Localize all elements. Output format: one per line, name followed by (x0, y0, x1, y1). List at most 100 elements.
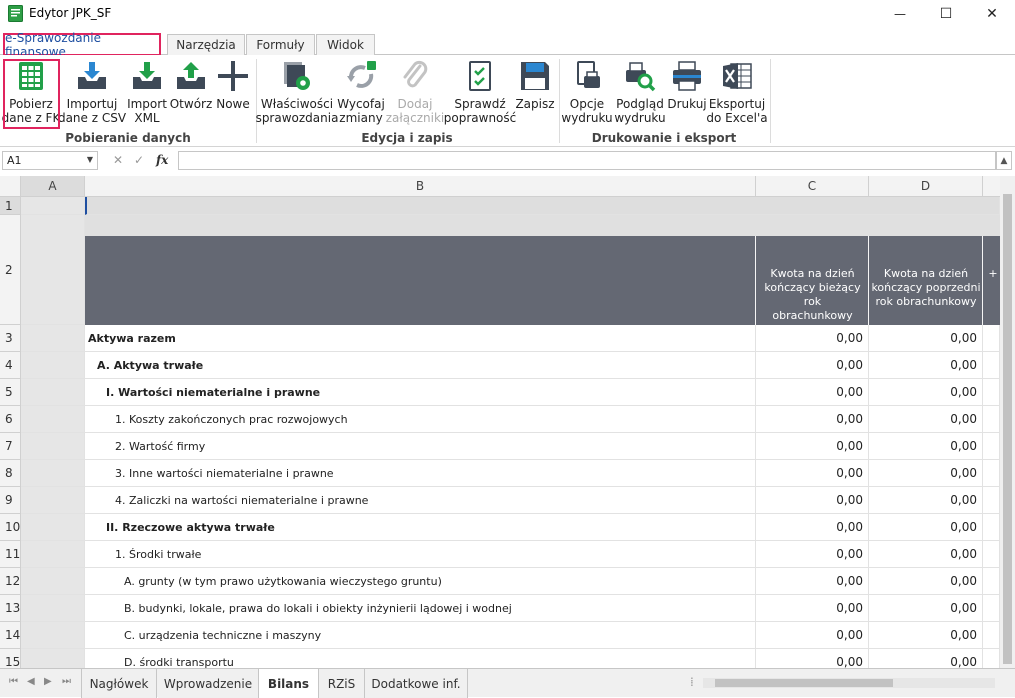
chevron-down-icon[interactable]: ▼ (87, 155, 93, 164)
sheet-tab-dodatkowe[interactable]: Dodatkowe inf. (365, 669, 468, 698)
value-cell-c[interactable]: 0,00 (756, 649, 869, 668)
row-header[interactable]: 15 (0, 649, 21, 668)
value-cell-d[interactable]: 0,00 (869, 433, 983, 460)
prev-sheet-icon[interactable]: ◀ (27, 676, 35, 687)
row-label-cell[interactable]: 1. Środki trwałe (85, 541, 756, 568)
minimize-button[interactable]: — (877, 0, 923, 28)
wycofaj-zmiany-button[interactable]: Wycofaj zmiany (337, 58, 385, 125)
column-header-a[interactable]: A (21, 176, 85, 197)
cell-e[interactable] (983, 433, 1000, 460)
column-header-b[interactable]: B (85, 176, 756, 197)
cell-a[interactable] (21, 487, 85, 514)
cell-b1[interactable] (85, 197, 1000, 215)
name-box[interactable]: A1 ▼ (2, 151, 98, 170)
cell-e[interactable] (983, 352, 1000, 379)
cell-e[interactable] (983, 649, 1000, 668)
value-cell-d[interactable]: 0,00 (869, 379, 983, 406)
formula-input[interactable] (178, 151, 996, 170)
value-cell-c[interactable]: 0,00 (756, 568, 869, 595)
sheet-tab-rzis[interactable]: RZiS (319, 669, 365, 698)
podglad-wydruku-button[interactable]: Podgląd wydruku (614, 58, 666, 125)
value-cell-c[interactable]: 0,00 (756, 352, 869, 379)
value-cell-c[interactable]: 0,00 (756, 379, 869, 406)
row-label-cell[interactable]: A. Aktywa trwałe (85, 352, 756, 379)
cell-a[interactable] (21, 568, 85, 595)
row-label-cell[interactable]: I. Wartości niematerialne i prawne (85, 379, 756, 406)
row-label-cell[interactable]: B. budynki, lokale, prawa do lokali i ob… (85, 595, 756, 622)
tab-narzedzia[interactable]: Narzędzia (167, 34, 245, 55)
row-header[interactable]: 4 (0, 352, 21, 379)
cell-a[interactable] (21, 352, 85, 379)
row-label-cell[interactable]: II. Rzeczowe aktywa trwałe (85, 514, 756, 541)
cell-a[interactable] (21, 379, 85, 406)
value-cell-c[interactable]: 0,00 (756, 595, 869, 622)
row-label-cell[interactable]: 4. Zaliczki na wartości niematerialne i … (85, 487, 756, 514)
horizontal-scroll-thumb[interactable] (715, 679, 893, 687)
row-header[interactable]: 2 (0, 215, 21, 325)
row-label-cell[interactable]: C. urządzenia techniczne i maszyny (85, 622, 756, 649)
chevron-up-icon[interactable]: ▲ (996, 151, 1012, 170)
first-sheet-icon[interactable]: ⏮ (9, 676, 18, 687)
accept-icon[interactable]: ✓ (134, 153, 144, 167)
wlasciwosci-button[interactable]: Właściwości sprawozdania (256, 58, 338, 125)
value-cell-c[interactable]: 0,00 (756, 514, 869, 541)
eksportuj-excel-button[interactable]: Eksportuj do Excel'a (706, 58, 768, 125)
close-button[interactable]: ✕ (969, 0, 1015, 28)
column-header-e[interactable] (983, 176, 1000, 197)
nowe-button[interactable]: Nowe (214, 58, 252, 111)
tab-splitter-icon[interactable]: ⁞ (690, 675, 694, 689)
sprawdz-poprawnosc-button[interactable]: Sprawdź poprawność (444, 58, 516, 125)
value-cell-c[interactable]: 0,00 (756, 622, 869, 649)
cell-a[interactable] (21, 433, 85, 460)
cell-a[interactable] (21, 514, 85, 541)
cell-a2[interactable] (21, 215, 85, 325)
cell-e[interactable] (983, 568, 1000, 595)
cell-e[interactable] (983, 379, 1000, 406)
cell-e[interactable] (983, 622, 1000, 649)
value-cell-c[interactable]: 0,00 (756, 460, 869, 487)
value-cell-c[interactable]: 0,00 (756, 487, 869, 514)
cell-e[interactable] (983, 460, 1000, 487)
row-header[interactable]: 3 (0, 325, 21, 352)
row-header[interactable]: 12 (0, 568, 21, 595)
row-label-cell[interactable]: 3. Inne wartości niematerialne i prawne (85, 460, 756, 487)
function-icon[interactable]: fx (156, 153, 168, 167)
cancel-icon[interactable]: ✕ (113, 153, 123, 167)
opcje-wydruku-button[interactable]: Opcje wydruku (561, 58, 613, 125)
select-all-corner[interactable] (0, 176, 21, 197)
import-xml-button[interactable]: Import XML (126, 58, 168, 125)
cell-a1[interactable] (21, 197, 85, 215)
row-header[interactable]: 13 (0, 595, 21, 622)
value-cell-d[interactable]: 0,00 (869, 406, 983, 433)
next-sheet-icon[interactable]: ▶ (44, 676, 52, 687)
row-header[interactable]: 1 (0, 197, 21, 215)
sheet-tab-naglowek[interactable]: Nagłówek (81, 669, 157, 698)
sheet-tab-wprowadzenie[interactable]: Wprowadzenie (158, 669, 259, 698)
cell-e[interactable] (983, 487, 1000, 514)
cell-a[interactable] (21, 595, 85, 622)
cell-e[interactable] (983, 595, 1000, 622)
dodaj-zalaczniki-button[interactable]: Dodaj załączniki (386, 58, 444, 125)
cell-a[interactable] (21, 622, 85, 649)
row-header[interactable]: 8 (0, 460, 21, 487)
row-header[interactable]: 7 (0, 433, 21, 460)
row-label-cell[interactable]: A. grunty (w tym prawo użytkowania wiecz… (85, 568, 756, 595)
vertical-scroll-thumb[interactable] (1003, 194, 1012, 664)
row-header[interactable]: 14 (0, 622, 21, 649)
value-cell-c[interactable]: 0,00 (756, 541, 869, 568)
last-sheet-icon[interactable]: ⏭ (62, 676, 71, 687)
cell-a[interactable] (21, 541, 85, 568)
cell-a[interactable] (21, 649, 85, 668)
row-label-cell[interactable]: 2. Wartość firmy (85, 433, 756, 460)
row-label-cell[interactable]: D. środki transportu (85, 649, 756, 668)
cell-a[interactable] (21, 460, 85, 487)
column-header-c[interactable]: C (756, 176, 869, 197)
column-header-d[interactable]: D (869, 176, 983, 197)
sheet-tab-bilans[interactable]: Bilans (259, 669, 319, 698)
row-header[interactable]: 10 (0, 514, 21, 541)
row-header[interactable]: 9 (0, 487, 21, 514)
row-header[interactable]: 5 (0, 379, 21, 406)
horizontal-scrollbar[interactable] (703, 678, 995, 688)
zapisz-button[interactable]: Zapisz (515, 58, 555, 111)
otworz-button[interactable]: Otwórz (170, 58, 212, 111)
